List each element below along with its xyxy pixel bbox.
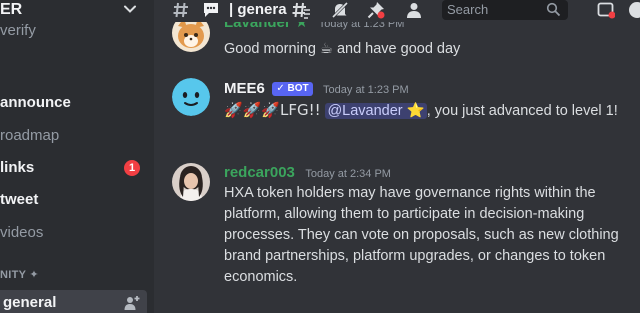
- message-content: Good morning ☕ and have good day: [224, 41, 461, 57]
- search-icon: [546, 2, 561, 17]
- message-content: 🚀🚀🚀LFG!! @Lavander ⭐, you just advanced …: [224, 100, 629, 122]
- channel-announce[interactable]: announce: [0, 90, 150, 116]
- help-icon[interactable]: [628, 1, 640, 19]
- member-list-icon[interactable]: [405, 1, 423, 19]
- channel-tweet[interactable]: tweet: [0, 187, 150, 213]
- channel-title: | genera: [229, 1, 287, 18]
- channel-label: tweet: [0, 191, 39, 208]
- channel-label: links: [0, 159, 35, 176]
- message-content: HXA token holders may have governance ri…: [224, 185, 619, 285]
- user-photo-avatar-image: [172, 163, 210, 201]
- user-mention[interactable]: @Lavander ⭐: [325, 103, 427, 119]
- chevron-down-icon[interactable]: [123, 2, 137, 16]
- app-window: ER verify announce roadmap links 1 tweet…: [0, 0, 640, 313]
- channel-sidebar: ER verify announce roadmap links 1 tweet…: [0, 0, 154, 313]
- message-header: Lavander ★ Today at 1:23 PM: [224, 22, 404, 32]
- server-header[interactable]: ER: [0, 0, 154, 20]
- pin-icon[interactable]: [367, 1, 385, 19]
- channel-verify[interactable]: verify: [0, 18, 150, 44]
- channel-links[interactable]: links 1: [0, 155, 150, 181]
- username[interactable]: Lavander ★: [224, 22, 308, 31]
- channel-videos[interactable]: videos: [0, 220, 150, 246]
- bot-badge: ✓ BOT: [272, 82, 313, 96]
- avatar[interactable]: [172, 22, 210, 52]
- fox-avatar-image: [172, 22, 210, 52]
- search-box[interactable]: Search: [442, 0, 568, 20]
- search-input[interactable]: Search: [447, 2, 488, 17]
- add-member-icon[interactable]: [124, 295, 140, 311]
- message-text-suffix: , you just advanced to level 1!: [426, 103, 618, 119]
- channel-topbar: | genera Search: [154, 0, 640, 22]
- channel-label: announce: [0, 94, 71, 111]
- avatar[interactable]: [172, 163, 210, 201]
- username[interactable]: redcar003: [224, 164, 295, 181]
- channel-label: verify: [0, 22, 36, 39]
- threads-hash-icon[interactable]: [172, 1, 190, 19]
- timestamp: Today at 1:23 PM: [318, 22, 405, 30]
- threads-icon[interactable]: [292, 1, 310, 19]
- username[interactable]: MEE6: [224, 80, 265, 97]
- unread-badge: 1: [124, 160, 140, 176]
- message-header: MEE6 ✓ BOT Today at 1:23 PM: [224, 80, 409, 98]
- channel-label: videos: [0, 224, 44, 241]
- message-header: redcar003 Today at 2:34 PM: [224, 164, 391, 182]
- avatar[interactable]: [172, 78, 210, 116]
- message-list: Lavander ★ Today at 1:23 PM Good morning…: [154, 22, 640, 313]
- inbox-icon[interactable]: [597, 1, 615, 19]
- channel-label: general: [3, 294, 57, 311]
- chat-bubble-icon[interactable]: [202, 1, 220, 19]
- mute-bell-icon[interactable]: [331, 1, 349, 19]
- category-header[interactable]: NITY ✦: [0, 268, 39, 281]
- server-name: ER: [0, 1, 23, 18]
- timestamp: Today at 2:34 PM: [305, 168, 391, 180]
- message-text-prefix: 🚀🚀🚀LFG!!: [224, 101, 326, 119]
- channel-label: roadmap: [0, 127, 60, 144]
- channel-general[interactable]: general: [0, 290, 147, 313]
- mee6-avatar-image: [172, 78, 210, 116]
- timestamp: Today at 1:23 PM: [323, 84, 409, 96]
- channel-roadmap[interactable]: roadmap: [0, 123, 150, 149]
